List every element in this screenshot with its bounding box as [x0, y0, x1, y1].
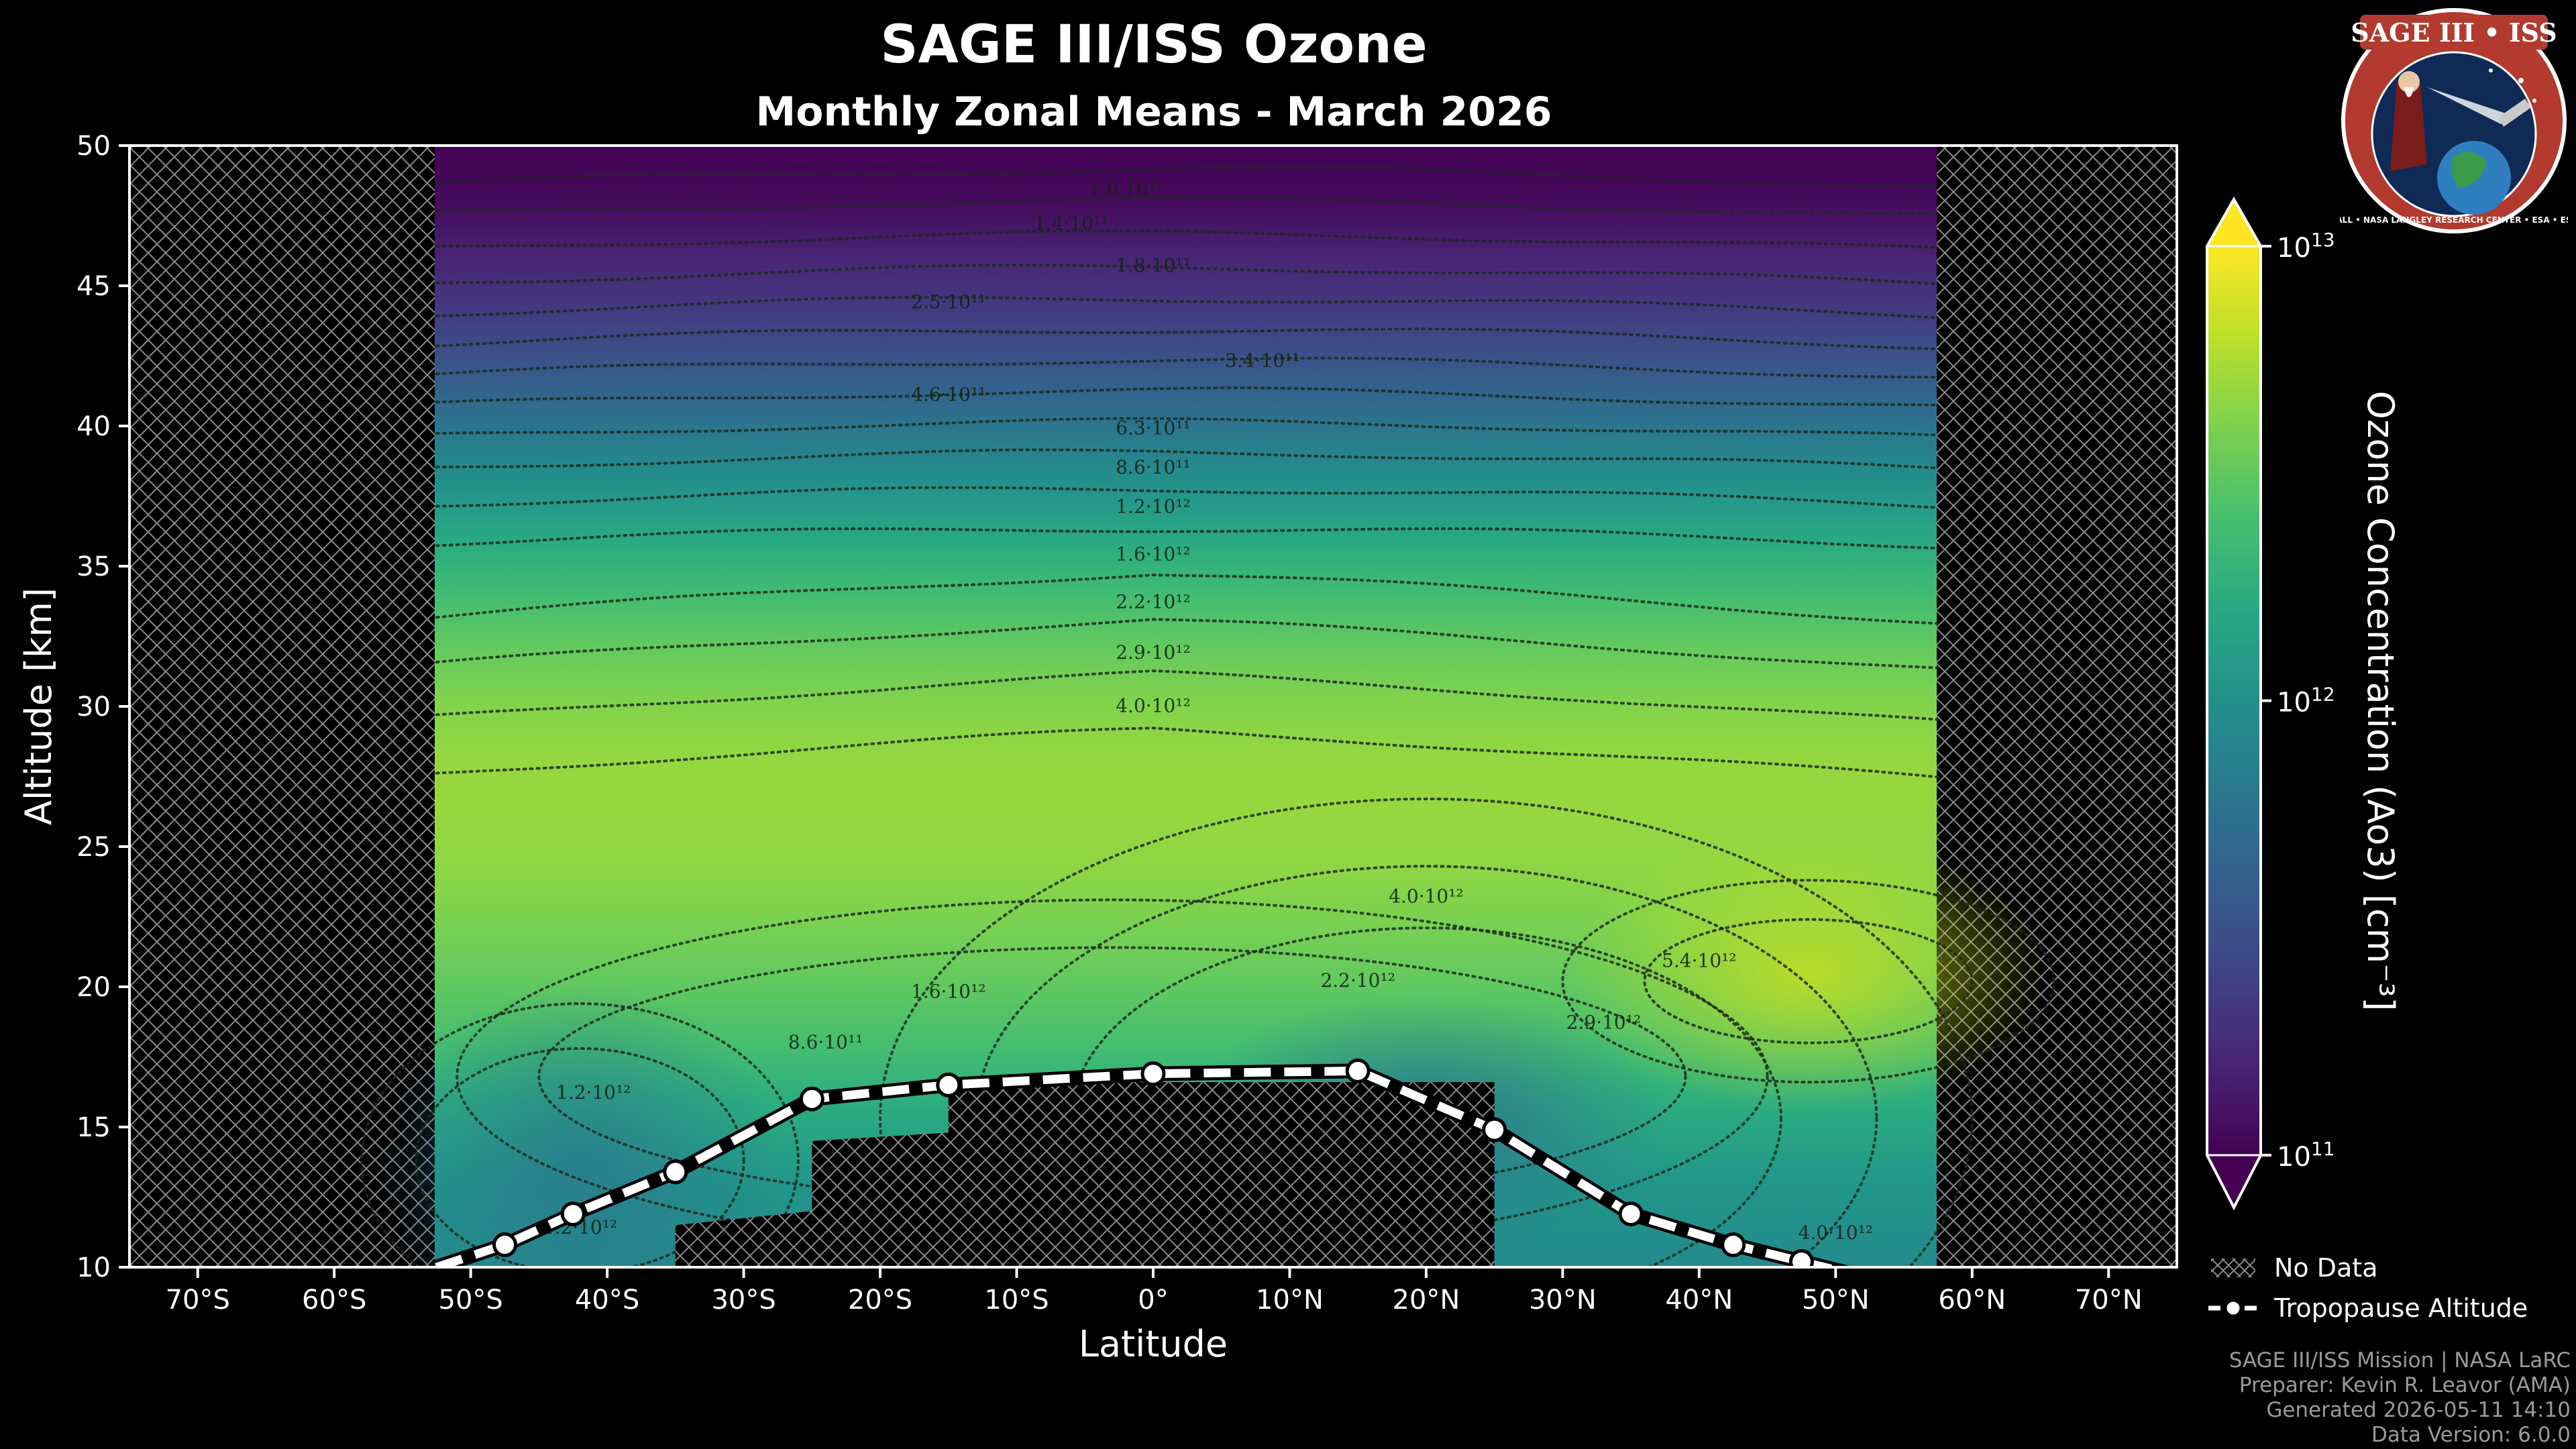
y-tick-label: 40: [76, 411, 111, 442]
tropopause-point: [1140, 1061, 1166, 1087]
x-tick-label: 50°S: [439, 1285, 503, 1316]
x-tick-label: 60°N: [1938, 1285, 2006, 1316]
x-axis-label: Latitude: [1079, 1323, 1228, 1365]
no-data-block: [812, 1132, 949, 1267]
y-axis-label: Altitude [km]: [17, 588, 60, 825]
tropopause-point: [1482, 1117, 1507, 1142]
colorbar-extend-bottom: [2205, 1154, 2263, 1210]
tropopause-point: [1618, 1201, 1644, 1227]
contour-label: 4.0·10¹²: [1389, 885, 1464, 908]
y-tick-label: 10: [76, 1252, 111, 1283]
tropopause-point: [560, 1201, 586, 1227]
footer-credits: SAGE III/ISS Mission | NASA LaRC Prepare…: [2229, 1348, 2571, 1448]
contour-label: 1.4·10¹¹: [1034, 212, 1109, 234]
y-axis: 101520253035404550: [76, 131, 129, 1283]
x-tick-label: 40°S: [575, 1285, 639, 1316]
x-tick-label: 50°N: [1802, 1285, 1870, 1316]
contour-label: 1.0·10¹¹: [1089, 178, 1164, 201]
contour-label: 2.2·10¹²: [1116, 591, 1191, 613]
x-tick-label: 70°N: [2075, 1285, 2143, 1316]
x-tick-label: 20°S: [848, 1285, 912, 1316]
contour-label: 5.4·10¹²: [1662, 950, 1737, 972]
x-tick-label: 20°N: [1393, 1285, 1460, 1316]
logo-title: SAGE III • ISS: [2351, 17, 2557, 48]
x-tick-label: 60°S: [302, 1285, 366, 1316]
y-tick-label: 25: [76, 832, 111, 863]
tropopause-point: [799, 1086, 824, 1112]
tropopause-point: [492, 1232, 518, 1258]
legend: No Data Tropopause Altitude: [2207, 1248, 2528, 1328]
contour-label: 2.9·10¹²: [1116, 641, 1191, 663]
colorbar-extend-top: [2205, 197, 2263, 248]
y-tick-label: 20: [76, 972, 111, 1003]
contour-label: 2.5·10¹¹: [911, 290, 986, 313]
y-tick-label: 45: [76, 271, 111, 302]
logo-ring-text: BALL • NASA LANGLEY RESEARCH CENTER • ES…: [2340, 215, 2568, 225]
no-data-left: [129, 146, 435, 1267]
contour-label: 2.2·10¹²: [1320, 969, 1395, 991]
contour-label: 4.0·10¹²: [1116, 694, 1191, 716]
tropopause-point: [1345, 1058, 1371, 1083]
contour-label: 3.4·10¹¹: [1225, 350, 1300, 372]
y-tick-label: 15: [76, 1112, 111, 1143]
tropopause-line-icon: [2208, 1299, 2258, 1317]
colorbar-ticks: 1011 1012 1013: [2261, 229, 2335, 1173]
y-tick-label: 30: [76, 692, 111, 722]
contour-label: 6.3·10¹¹: [1116, 417, 1191, 439]
x-tick-label: 70°S: [166, 1285, 230, 1316]
contour-label: 2.9·10¹²: [1566, 1012, 1642, 1034]
x-tick-label: 30°S: [711, 1285, 775, 1316]
x-tick-label: 10°S: [984, 1285, 1049, 1316]
tropopause-point: [936, 1072, 961, 1097]
legend-item-no-data: No Data: [2207, 1248, 2528, 1288]
chart-subtitle: Monthly Zonal Means - March 2026: [755, 89, 1552, 136]
contour-label: 8.6·10¹¹: [788, 1031, 863, 1053]
footer-line-generated: Generated 2026-05-11 14:10: [2266, 1398, 2571, 1422]
contour-label: 8.6·10¹¹: [1116, 456, 1191, 478]
colorbar-tick-label: 1013: [2277, 229, 2335, 264]
x-tick-label: 10°N: [1256, 1285, 1324, 1316]
x-axis: 70°S 60°S 50°S 40°S 30°S 20°S 10°S 0° 10°N 20°N 30…: [166, 1267, 2143, 1316]
contour-label: 1.2·10¹²: [1116, 496, 1191, 518]
contour-label: 1.8·10¹¹: [1116, 254, 1191, 276]
no-data-right: [1937, 146, 2177, 1267]
colorbar-tick-label: 1012: [2277, 684, 2335, 718]
contour-label: 1.6·10¹²: [911, 981, 986, 1003]
plot-area: 1.0·10¹¹ 1.4·10¹¹ 1.8·10¹¹ 2.5·10¹¹ 3.4·10¹¹…: [129, 146, 2177, 1267]
tropopause-point: [1721, 1232, 1746, 1258]
contour-label: 1.6·10¹²: [1116, 543, 1191, 566]
x-tick-label: 0°: [1138, 1285, 1168, 1316]
contour-label: 4.6·10¹¹: [911, 383, 986, 405]
chart-title: SAGE III/ISS Ozone: [880, 15, 1428, 75]
footer-line-preparer: Preparer: Kevin R. Leavor (AMA): [2239, 1373, 2571, 1397]
tropopause-point: [663, 1159, 688, 1185]
no-data-block: [948, 1082, 1495, 1267]
legend-label-no-data: No Data: [2274, 1253, 2378, 1283]
footer-line-version: Data Version: 6.0.0: [2371, 1423, 2571, 1447]
figure: 1.0·10¹¹ 1.4·10¹¹ 1.8·10¹¹ 2.5·10¹¹ 3.4·10¹¹…: [17, 131, 2402, 1365]
contour-label: 1.2·10¹²: [556, 1081, 631, 1104]
x-tick-label: 40°N: [1665, 1285, 1733, 1316]
colorbar: 1011 1012 1013 Ozone Concentration (Ao3) […: [2205, 196, 2402, 1211]
footer-line-mission: SAGE III/ISS Mission | NASA LaRC: [2229, 1348, 2571, 1373]
tropopause-point: [1788, 1249, 1814, 1267]
legend-item-tropopause: Tropopause Altitude: [2207, 1288, 2528, 1328]
hatch-swatch-icon: [2211, 1258, 2255, 1277]
y-tick-label: 35: [76, 551, 111, 582]
colorbar-label: Ozone Concentration (Ao3) [cm⁻³]: [2359, 391, 2402, 1012]
x-tick-label: 30°N: [1529, 1285, 1597, 1316]
colorbar-body: [2207, 246, 2261, 1155]
sage-mission-logo: SAGE III • ISS BALL • NASA LANGLEY RESEA…: [2340, 8, 2568, 233]
contour-label: 4.0·10¹²: [1799, 1222, 1874, 1244]
colorbar-tick-label: 1011: [2277, 1138, 2335, 1173]
legend-label-tropopause: Tropopause Altitude: [2274, 1293, 2528, 1323]
